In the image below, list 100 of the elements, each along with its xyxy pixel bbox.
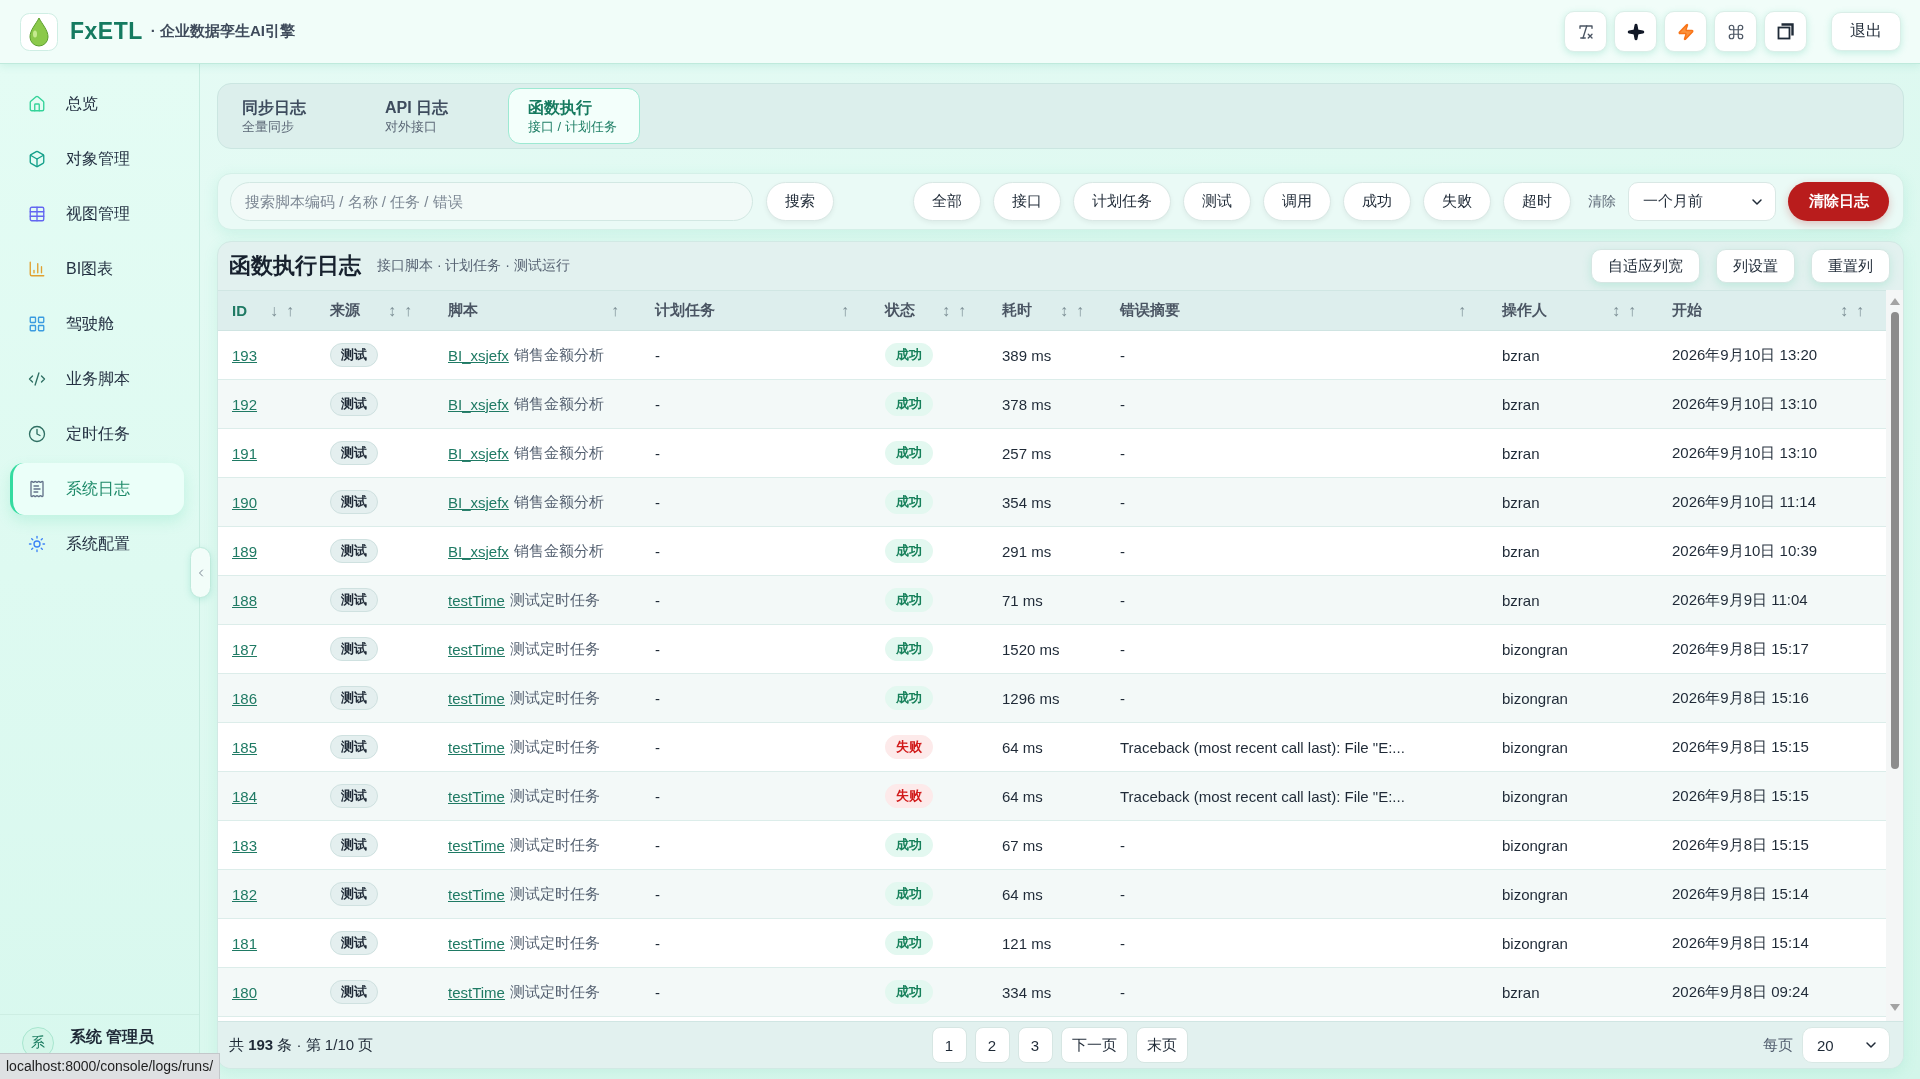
id-link[interactable]: 185: [232, 738, 258, 756]
operator-text: bzran: [1502, 591, 1540, 609]
operator-text: bzran: [1502, 542, 1540, 560]
scroll-up-icon[interactable]: [1889, 298, 1900, 305]
sort-arrow[interactable]: ↑: [841, 301, 849, 320]
id-link[interactable]: 186: [232, 689, 258, 707]
page-button[interactable]: 3: [1017, 1027, 1053, 1063]
nav-item[interactable]: 定时任务: [10, 408, 184, 460]
filter-chip[interactable]: 全部: [913, 182, 981, 221]
id-link[interactable]: 188: [232, 591, 258, 609]
script-link[interactable]: testTime: [448, 640, 505, 658]
column-title[interactable]: 脚本: [448, 301, 478, 320]
column-title[interactable]: 计划任务: [655, 301, 715, 320]
script-link[interactable]: testTime: [448, 738, 505, 756]
nav-item[interactable]: 驾驶舱: [10, 298, 184, 350]
script-link[interactable]: BI_xsjefx: [448, 395, 509, 413]
script-link[interactable]: BI_xsjefx: [448, 444, 509, 462]
source-tag: 测试: [330, 490, 378, 514]
id-link[interactable]: 190: [232, 493, 258, 511]
scrollbar-thumb[interactable]: [1890, 312, 1899, 769]
script-link[interactable]: BI_xsjefx: [448, 493, 509, 511]
script-link[interactable]: testTime: [448, 836, 505, 854]
nav-item[interactable]: 系统日志: [10, 463, 184, 515]
id-link[interactable]: 191: [232, 444, 258, 462]
filter-chip[interactable]: 接口: [993, 182, 1061, 221]
nav-item[interactable]: 视图管理: [10, 188, 184, 240]
window-button[interactable]: [1764, 11, 1807, 52]
script-link[interactable]: testTime: [448, 689, 505, 707]
id-link[interactable]: 180: [232, 983, 258, 1001]
sort-arrow[interactable]: ↕: [1840, 301, 1848, 320]
filter-chip[interactable]: 测试: [1183, 182, 1251, 221]
script-link[interactable]: testTime: [448, 885, 505, 903]
clear-logs-button[interactable]: 清除日志: [1788, 182, 1889, 221]
nav-item[interactable]: 对象管理: [10, 133, 184, 185]
sort-arrow[interactable]: ↑: [611, 301, 619, 320]
sort-arrow[interactable]: ↑: [1628, 301, 1636, 320]
column-title[interactable]: 耗时: [1002, 301, 1032, 320]
sort-arrow[interactable]: ↑: [1458, 301, 1466, 320]
search-button[interactable]: 搜索: [766, 182, 834, 221]
sort-arrow[interactable]: ↑: [286, 301, 294, 320]
filter-chip[interactable]: 调用: [1263, 182, 1331, 221]
logout-button[interactable]: 退出: [1831, 12, 1901, 51]
lightning-button[interactable]: [1664, 11, 1707, 52]
script-link[interactable]: testTime: [448, 934, 505, 952]
id-link[interactable]: 192: [232, 395, 258, 413]
log-tab[interactable]: API 日志 对外接口: [365, 88, 497, 144]
source-tag: 测试: [330, 735, 378, 759]
filter-chip[interactable]: 成功: [1343, 182, 1411, 221]
sort-arrow[interactable]: ↕: [388, 301, 396, 320]
filter-chip[interactable]: 超时: [1503, 182, 1571, 221]
script-link[interactable]: BI_xsjefx: [448, 542, 509, 560]
sort-arrow[interactable]: ↓: [270, 301, 278, 320]
table-action-button[interactable]: 自适应列宽: [1591, 249, 1700, 283]
log-tab[interactable]: 同步日志 全量同步: [222, 88, 354, 144]
column-title[interactable]: 来源: [330, 301, 360, 320]
column-title[interactable]: ID: [232, 302, 247, 319]
sparkle-button[interactable]: [1614, 11, 1657, 52]
command-button[interactable]: [1714, 11, 1757, 52]
range-select[interactable]: 一个月前: [1628, 182, 1776, 221]
sort-arrow[interactable]: ↑: [404, 301, 412, 320]
script-link[interactable]: testTime: [448, 591, 505, 609]
log-tab[interactable]: 函数执行 接口 / 计划任务: [508, 88, 640, 144]
script-link[interactable]: BI_xsjefx: [448, 346, 509, 364]
page-size-select[interactable]: 20: [1802, 1027, 1890, 1063]
sort-arrow[interactable]: ↕: [942, 301, 950, 320]
script-link[interactable]: testTime: [448, 787, 505, 805]
column-title[interactable]: 错误摘要: [1120, 301, 1180, 320]
nav-item[interactable]: 业务脚本: [10, 353, 184, 405]
last-page-button[interactable]: 末页: [1135, 1027, 1188, 1063]
sort-arrow[interactable]: ↕: [1612, 301, 1620, 320]
column-title[interactable]: 操作人: [1502, 301, 1547, 320]
filter-chip[interactable]: 失败: [1423, 182, 1491, 221]
sort-arrow[interactable]: ↑: [1856, 301, 1864, 320]
next-page-button[interactable]: 下一页: [1060, 1027, 1128, 1063]
nav-item[interactable]: BI图表: [10, 243, 184, 295]
id-link[interactable]: 184: [232, 787, 258, 805]
table-action-button[interactable]: 列设置: [1716, 249, 1795, 283]
table-action-button[interactable]: 重置列: [1811, 249, 1890, 283]
nav-item[interactable]: 系统配置: [10, 518, 184, 570]
sort-arrow[interactable]: ↕: [1060, 301, 1068, 320]
page-button[interactable]: 1: [931, 1027, 967, 1063]
script-link[interactable]: testTime: [448, 983, 505, 1001]
search-field[interactable]: 搜索脚本编码 / 名称 / 任务 / 错误: [230, 182, 753, 221]
filter-chip[interactable]: 计划任务: [1073, 182, 1171, 221]
id-link[interactable]: 193: [232, 346, 258, 364]
text-format-button[interactable]: [1564, 11, 1607, 52]
id-link[interactable]: 187: [232, 640, 258, 658]
sort-arrow[interactable]: ↑: [958, 301, 966, 320]
status-tag: 成功: [885, 588, 933, 612]
id-link[interactable]: 181: [232, 934, 258, 952]
column-title[interactable]: 开始: [1672, 301, 1702, 320]
id-link[interactable]: 189: [232, 542, 258, 560]
page-button[interactable]: 2: [974, 1027, 1010, 1063]
nav-item[interactable]: 总览: [10, 78, 184, 130]
sort-arrow[interactable]: ↑: [1076, 301, 1084, 320]
id-link[interactable]: 182: [232, 885, 258, 903]
status-tag: 失败: [885, 784, 933, 808]
column-title[interactable]: 状态: [885, 301, 915, 320]
scroll-down-icon[interactable]: [1889, 1004, 1900, 1011]
id-link[interactable]: 183: [232, 836, 258, 854]
